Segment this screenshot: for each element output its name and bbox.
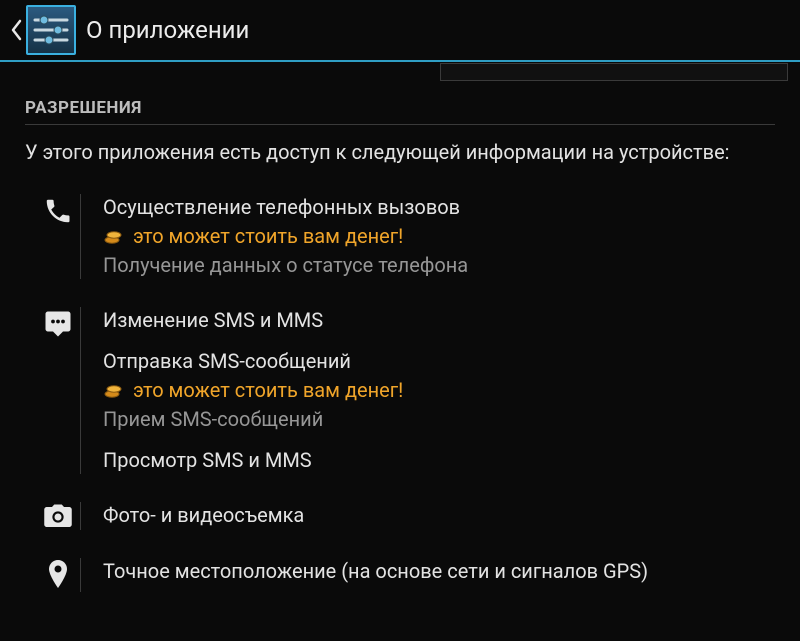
permission-line: Точное местоположение (на основе сети и … — [103, 558, 775, 585]
permission-line: Осуществление телефонных вызовов — [103, 194, 775, 221]
page-title: О приложении — [86, 16, 249, 44]
permissions-intro: У этого приложения есть доступ к следующ… — [25, 139, 775, 166]
permission-line: Фото- и видеосъемка — [103, 502, 775, 529]
permission-line: Прием SMS-сообщений — [103, 406, 775, 433]
coins-icon — [103, 228, 123, 246]
permission-camera: Фото- и видеосъемка — [25, 502, 775, 530]
permission-line: Просмотр SMS и MMS — [103, 447, 775, 474]
content: РАЗРЕШЕНИЯ У этого приложения есть досту… — [0, 98, 800, 592]
location-icon — [35, 558, 80, 592]
cost-warning-text: это может стоить вам денег! — [133, 377, 403, 404]
permission-phone: Осуществление телефонных вызовов это мож… — [25, 194, 775, 279]
cost-warning: это может стоить вам денег! — [103, 223, 775, 250]
ghost-row — [440, 63, 788, 81]
camera-icon — [35, 502, 80, 530]
phone-icon — [35, 194, 80, 279]
permission-line: Отправка SMS-сообщений — [103, 348, 775, 375]
cost-warning-text: это может стоить вам денег! — [133, 223, 403, 250]
permission-line: Изменение SMS и MMS — [103, 307, 775, 334]
settings-icon — [26, 5, 76, 55]
section-heading-permissions: РАЗРЕШЕНИЯ — [25, 98, 775, 125]
cost-warning: это может стоить вам денег! — [103, 377, 775, 404]
permission-sms: Изменение SMS и MMS Отправка SMS-сообщен… — [25, 307, 775, 474]
app-header: О приложении — [0, 0, 800, 62]
sms-icon — [35, 307, 80, 474]
permission-line: Получение данных о статусе телефона — [103, 252, 775, 279]
permission-location: Точное местоположение (на основе сети и … — [25, 558, 775, 592]
coins-icon — [103, 382, 123, 400]
back-button[interactable] — [6, 19, 24, 41]
